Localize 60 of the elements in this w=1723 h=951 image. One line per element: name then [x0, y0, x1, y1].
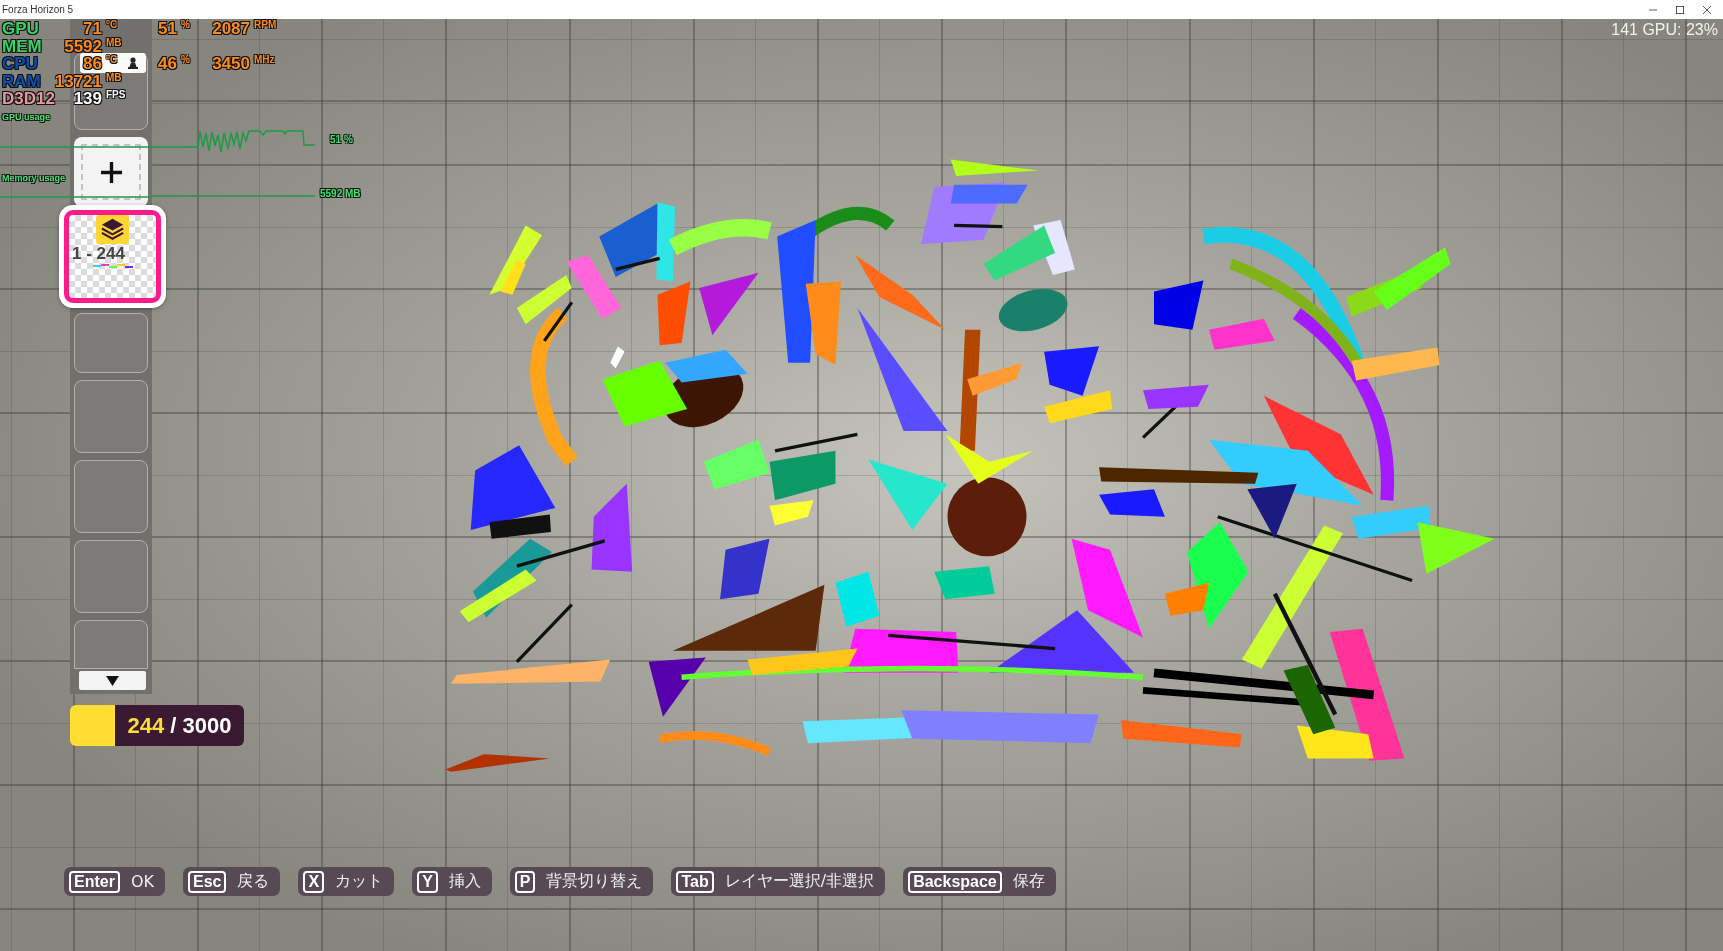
metric-label: MEM	[2, 37, 42, 55]
key-cap: Enter	[69, 870, 120, 893]
key-hint-button[interactable]: X カット	[298, 867, 395, 896]
metric-value: 51	[158, 20, 177, 37]
metric-unit: FPS	[106, 90, 126, 100]
key-hint-button[interactable]: Backspace 保存	[903, 867, 1056, 896]
metric-value: 3450	[212, 55, 250, 72]
key-hint-button[interactable]: Y 挿入	[412, 867, 492, 896]
key-hint-button[interactable]: Tab レイヤー選択/非選択	[671, 867, 886, 896]
metric-label: GPU	[2, 20, 39, 37]
empty-layer-slot[interactable]	[74, 460, 148, 533]
graph-label: Memory usage	[2, 172, 66, 184]
layer-group-item[interactable]: 1 - 244	[59, 205, 166, 308]
scroll-down-button[interactable]	[79, 671, 146, 690]
metric-value: 46	[158, 55, 177, 72]
graph-label: GPU usage	[2, 111, 50, 123]
graph-reading: 5592 MB	[320, 187, 361, 199]
plus-icon	[100, 161, 122, 183]
graph-reading: 51 %	[330, 133, 353, 145]
key-cap: Esc	[188, 870, 227, 893]
metric-unit: RPM	[254, 20, 277, 30]
key-hint-button[interactable]: Esc 戻る	[183, 867, 281, 896]
metric-value: 5592	[64, 37, 102, 55]
metric-unit: %	[181, 55, 190, 65]
key-cap: P	[514, 870, 536, 893]
metric-value: 13721	[54, 72, 102, 90]
metric-unit: MB	[106, 37, 122, 48]
metric-label: RAM	[2, 72, 41, 90]
maximize-icon[interactable]	[1676, 5, 1684, 14]
key-cap: X	[303, 870, 325, 893]
metric-unit: MB	[106, 72, 122, 83]
metric-label: CPU	[2, 55, 38, 72]
metric-value: 139	[73, 90, 102, 107]
layer-group-label: 1 - 244	[71, 244, 125, 263]
empty-layer-slot[interactable]	[74, 380, 148, 453]
metric-value: 86	[83, 55, 102, 72]
metric-value: 2087	[212, 20, 250, 37]
key-cap: Tab	[676, 870, 714, 893]
pawn-icon	[128, 57, 138, 69]
layer-count: 244	[127, 712, 165, 739]
layers-icon	[96, 215, 129, 244]
metric-unit: %	[181, 20, 190, 30]
close-icon[interactable]	[1703, 5, 1711, 14]
metric-unit: °C	[106, 55, 118, 65]
key-hint-button[interactable]: Enter OK	[64, 867, 165, 896]
empty-layer-slot[interactable]	[74, 540, 148, 613]
layer-limit: / 3000	[170, 712, 232, 739]
metric-unit: MHz	[254, 55, 275, 65]
fps-readout: 141 GPU: 23%	[1611, 20, 1718, 40]
key-cap: Backspace	[908, 870, 1002, 893]
metric-unit: °C	[106, 20, 118, 30]
add-layer-button[interactable]	[74, 137, 148, 207]
window-title: Forza Horizon 5	[2, 4, 74, 15]
empty-layer-slot[interactable]	[74, 313, 148, 373]
layer-thumbnail-drawing	[92, 263, 133, 269]
caret-down-icon	[106, 675, 119, 686]
key-hint-button[interactable]: P 背景切り替え	[509, 867, 654, 896]
key-cap: Y	[417, 870, 438, 893]
metric-label: D3D12	[2, 90, 55, 107]
metric-value: 71	[83, 20, 102, 37]
